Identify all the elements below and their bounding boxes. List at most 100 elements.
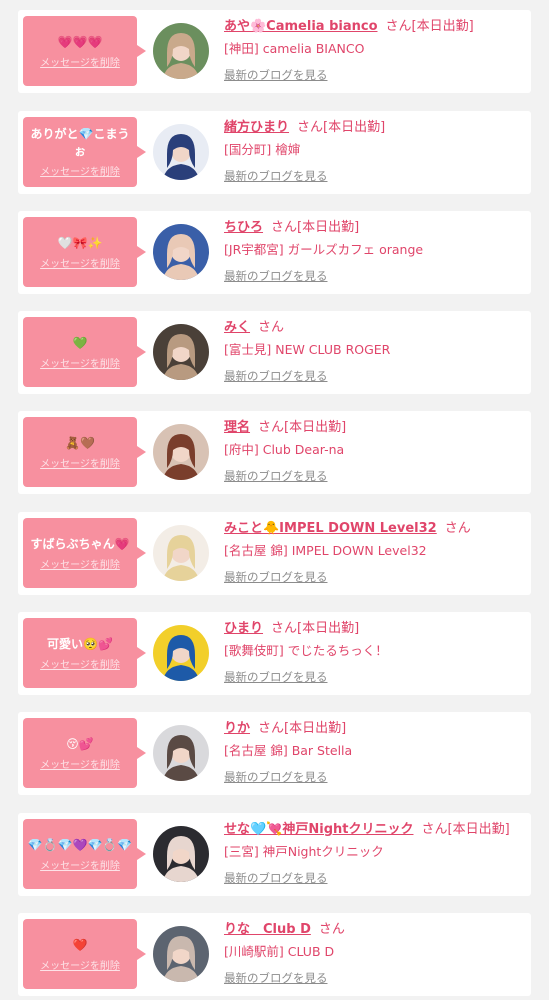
latest-blog-link[interactable]: 最新のブログを見る [224,266,328,286]
message-text: すばらぶちゃん💗 [30,536,130,551]
cast-name-link[interactable]: ちひろ [224,220,263,235]
cast-name-link[interactable]: りか [224,721,250,736]
avatar[interactable] [153,324,209,380]
avatar[interactable] [153,23,209,79]
shop-name: [JR宇都宮] ガールズカフェ orange [224,242,424,257]
latest-blog-link[interactable]: 最新のブログを見る [224,667,328,687]
avatar-photo-icon [153,124,209,180]
cast-name-link[interactable]: ひまり [224,621,263,636]
latest-blog-link[interactable]: 最新のブログを見る [224,65,328,85]
honorific: さん [258,320,285,335]
shop-name: [富士見] NEW CLUB ROGER [224,342,391,357]
shop-name: [府中] Club Dear-na [224,442,345,457]
latest-blog-link[interactable]: 最新のブログを見る [224,567,328,587]
avatar[interactable] [153,926,209,982]
message-bubble: ❤️ メッセージを削除 [23,919,146,989]
cast-info: りな Club D さん [川崎駅前] CLUB D 最新のブログを見る [224,920,529,988]
honorific: さん [297,120,324,135]
message-bubble: 🤍🎀✨ メッセージを削除 [23,217,146,287]
attendance-status: [本日出勤] [297,220,360,235]
cast-info: 緒方ひまり さん[本日出勤] [国分町] 檜婶最新のブログを見る [224,118,529,186]
honorific: さん [318,922,345,937]
avatar-photo-icon [153,625,209,681]
cast-info: みこと🐥IMPEL DOWN Level32 さん [名古屋 錦] IMPEL DO… [224,519,529,587]
delete-message-link[interactable]: メッセージを削除 [40,656,120,671]
cast-card: 🤍🎀✨ メッセージを削除 ちひろ さん[本日出勤] [JR宇都宮] ガールズカフェ or… [18,211,531,294]
avatar[interactable] [153,826,209,882]
avatar[interactable] [153,625,209,681]
delete-message-link[interactable]: メッセージを削除 [40,957,120,972]
cast-info: ちひろ さん[本日出勤] [JR宇都宮] ガールズカフェ orange 最新のブログを… [224,218,529,286]
latest-blog-link[interactable]: 最新のブログを見る [224,968,328,988]
attendance-status: [本日出勤] [411,19,474,34]
honorific: さん [271,621,298,636]
honorific: さん [271,220,298,235]
latest-blog-link[interactable]: 最新のブログを見る [224,166,328,186]
avatar-photo-icon [153,23,209,79]
delete-message-link[interactable]: メッセージを削除 [40,857,120,872]
cast-title-line: 理名 さん[本日出勤] [224,418,529,438]
delete-message-link[interactable]: メッセージを削除 [40,556,120,571]
cast-card: 💎💍💎💜💎💍💎 メッセージを削除 せな🩵💘神戸Nightクリニック さん[本日出勤][… [18,813,531,896]
shop-name: [名古屋 錦] Bar Stella [224,743,353,758]
cast-card: ❤️ メッセージを削除 りな Club D さん [川崎駅前] CLUB D 最新のブログ… [18,913,531,996]
message-bubble: 💗💗💗 メッセージを削除 [23,16,146,86]
message-text: 😚💕 [66,736,94,751]
cast-title-line: みく さん [224,318,529,338]
avatar[interactable] [153,224,209,280]
shop-name: [神田] camelia BIANCO [224,41,365,56]
cast-card: 🧸🤎 メッセージを削除 理名 さん[本日出勤] [府中] Club Dear-na 最新の… [18,411,531,494]
cast-title-line: りか さん[本日出勤] [224,719,529,739]
cast-name-link[interactable]: 理名 [224,420,250,435]
message-bubble: 💎💍💎💜💎💍💎 メッセージを削除 [23,819,146,889]
cast-card: 💗💗💗 メッセージを削除 あや🌸Camelia bianco さん[本日出勤] [神田]… [18,10,531,93]
cast-card: 😚💕 メッセージを削除 りか さん[本日出勤] [名古屋 錦] Bar Stella 最新… [18,712,531,795]
avatar[interactable] [153,525,209,581]
cast-name-link[interactable]: みく [224,320,250,335]
message-text: 💎💍💎💜💎💍💎 [27,837,133,852]
shop-name: [川崎駅前] CLUB D [224,944,335,959]
avatar-photo-icon [153,324,209,380]
latest-blog-link[interactable]: 最新のブログを見る [224,466,328,486]
cast-title-line: ひまり さん[本日出勤] [224,619,529,639]
avatar-photo-icon [153,725,209,781]
cast-name-link[interactable]: みこと🐥IMPEL DOWN Level32 [224,521,437,536]
cast-info: 理名 さん[本日出勤] [府中] Club Dear-na 最新のブログを見る [224,418,529,486]
cast-card: 可愛い🥺💕 メッセージを削除 ひまり さん[本日出勤] [歌舞伎町] でじたるちっく！ 最… [18,612,531,695]
honorific: さん [258,420,285,435]
cast-name-link[interactable]: りな Club D [224,922,311,937]
avatar[interactable] [153,725,209,781]
avatar-photo-icon [153,424,209,480]
cast-info: りか さん[本日出勤] [名古屋 錦] Bar Stella 最新のブログを見る [224,719,529,787]
message-text: 💗💗💗 [57,34,103,49]
cast-title-line: りな Club D さん [224,920,529,940]
cast-name-link[interactable]: せな🩵💘神戸Nightクリニック [224,822,413,837]
message-text: 🧸🤎 [65,435,95,450]
delete-message-link[interactable]: メッセージを削除 [40,54,120,69]
cast-card: ありがと💎こまうぉ メッセージを削除 緒方ひまり さん[本日出勤] [国分町] 檜婶 最新… [18,111,531,194]
honorific: さん [421,822,448,837]
cast-name-link[interactable]: 緒方ひまり [224,120,289,135]
latest-blog-link[interactable]: 最新のブログを見る [224,366,328,386]
attendance-status: [本日出勤] [323,120,386,135]
message-text: 可愛い🥺💕 [47,636,113,651]
delete-message-link[interactable]: メッセージを削除 [40,355,120,370]
message-text: 💚 [72,335,88,350]
cast-name-link[interactable]: あや🌸Camelia bianco [224,19,378,34]
latest-blog-link[interactable]: 最新のブログを見る [224,868,328,888]
delete-message-link[interactable]: メッセージを削除 [40,756,120,771]
cast-title-line: ちひろ さん[本日出勤] [224,218,529,238]
delete-message-link[interactable]: メッセージを削除 [40,255,120,270]
latest-blog-link[interactable]: 最新のブログを見る [224,767,328,787]
avatar[interactable] [153,124,209,180]
message-text: ❤️ [72,937,88,952]
avatar-photo-icon [153,224,209,280]
avatar[interactable] [153,424,209,480]
honorific: さん [258,721,285,736]
shop-name: [国分町] 檜婶 [224,142,301,157]
shop-name: [歌舞伎町] でじたるちっく！ [224,643,388,658]
delete-message-link[interactable]: メッセージを削除 [40,163,120,178]
avatar-photo-icon [153,826,209,882]
honorific: さん [385,19,412,34]
delete-message-link[interactable]: メッセージを削除 [40,455,120,470]
